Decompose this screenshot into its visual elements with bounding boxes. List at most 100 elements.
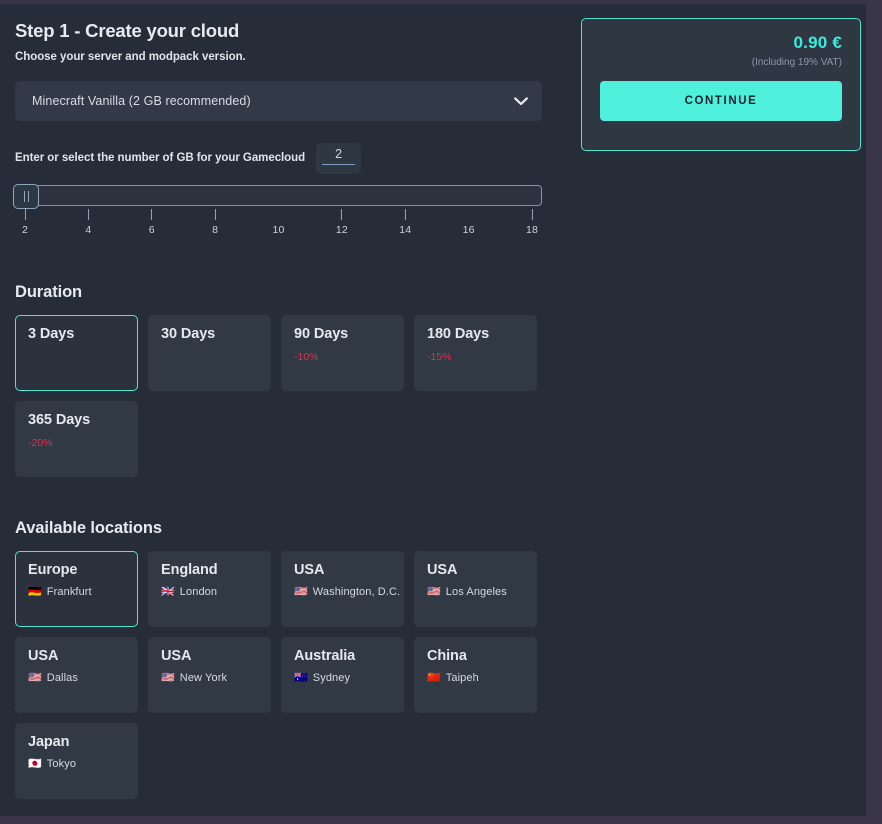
- location-option-card[interactable]: China🇨🇳Taipeh: [414, 637, 537, 713]
- duration-discount-badge: -15%: [427, 351, 536, 363]
- location-city-row: 🇺🇸 Washington, D.C.: [294, 586, 403, 598]
- location-option-card[interactable]: USA 🇺🇸 New York: [148, 637, 271, 713]
- flag-china-icon: 🇨🇳: [427, 673, 441, 684]
- memory-slider-track[interactable]: [15, 185, 542, 206]
- location-country-label: USA: [161, 649, 270, 665]
- slider-tick: 18: [526, 209, 538, 236]
- order-summary-panel: 0.90 € (Including 19% VAT) CONTINUE: [581, 18, 861, 151]
- location-option-card[interactable]: Japan 🇯🇵 Tokyo: [15, 723, 138, 799]
- slider-tick: 6: [149, 209, 155, 236]
- location-option-card[interactable]: Australia 🇦🇺Sydney: [281, 637, 404, 713]
- slider-tick-label: 16: [463, 224, 475, 236]
- location-country-label: Japan: [28, 735, 137, 751]
- continue-button[interactable]: CONTINUE: [600, 81, 842, 121]
- locations-heading: Available locations: [15, 519, 542, 538]
- slider-tick-label: 8: [212, 224, 218, 236]
- duration-option-label: 180 Days: [427, 327, 536, 343]
- location-option-card[interactable]: USA 🇺🇸 Washington, D.C.: [281, 551, 404, 627]
- duration-option-card[interactable]: 3 Days: [15, 315, 138, 391]
- location-option-card[interactable]: England 🇬🇧 London: [148, 551, 271, 627]
- memory-input-box: [316, 143, 361, 174]
- duration-option-card[interactable]: 90 Days-10%: [281, 315, 404, 391]
- slider-tick-label: 4: [85, 224, 91, 236]
- location-city-row: 🇦🇺Sydney: [294, 672, 403, 684]
- duration-option-card[interactable]: 180 Days -15%: [414, 315, 537, 391]
- flag-usa-icon: 🇺🇸: [294, 587, 308, 598]
- slider-tick-mark: [151, 209, 152, 220]
- location-options: Europe🇩🇪Frankfurt England 🇬🇧 London USA 🇺🇸 Was…: [15, 551, 542, 799]
- locations-section: Available locations Europe🇩🇪FrankfurtEng…: [15, 519, 542, 799]
- location-city-label: London: [180, 586, 217, 598]
- location-city-label: Sydney: [313, 672, 350, 684]
- slider-tick-label: 6: [149, 224, 155, 236]
- memory-slider[interactable]: 2 4 6 8 10 12 14 16 18: [15, 185, 542, 243]
- slider-tick-mark: [341, 209, 342, 220]
- memory-slider-thumb[interactable]: [13, 184, 39, 209]
- location-city-row: 🇺🇸Los Angeles: [427, 586, 536, 598]
- duration-heading: Duration: [15, 283, 542, 302]
- location-city-row: 🇨🇳 Taipeh: [427, 672, 536, 684]
- duration-options: 3 Days 30 Days 90 Days-10% 180 Days -15% 365 …: [15, 315, 542, 477]
- slider-tick: 4: [85, 209, 91, 236]
- duration-option-card[interactable]: 30 Days: [148, 315, 271, 391]
- duration-option-card[interactable]: 365 Days -20%: [15, 401, 138, 477]
- slider-tick-label: 12: [336, 224, 348, 236]
- grip-line-icon: [28, 191, 29, 202]
- flag-japan-icon: 🇯🇵: [28, 759, 42, 770]
- location-option-card[interactable]: USA 🇺🇸Los Angeles: [414, 551, 537, 627]
- location-country-label: Australia: [294, 649, 403, 665]
- location-city-row: 🇬🇧 London: [161, 586, 270, 598]
- slider-tick-mark: [405, 209, 406, 220]
- page-layout: Step 1 - Create your cloud Choose your s…: [0, 4, 866, 816]
- location-city-label: Frankfurt: [47, 586, 92, 598]
- flag-usa-icon: 🇺🇸: [161, 673, 175, 684]
- flag-usa-icon: 🇺🇸: [427, 587, 441, 598]
- slider-tick-mark: [24, 209, 25, 220]
- slider-tick-mark: [532, 209, 533, 220]
- location-country-label: USA: [427, 563, 536, 579]
- slider-tick-mark: [88, 209, 89, 220]
- location-city-label: Taipeh: [446, 672, 479, 684]
- slider-tick-label: 10: [272, 224, 284, 236]
- flag-uk-icon: 🇬🇧: [161, 587, 175, 598]
- page-subtitle: Choose your server and modpack version.: [15, 51, 542, 63]
- location-city-row: 🇯🇵 Tokyo: [28, 758, 137, 770]
- duration-option-label: 30 Days: [161, 327, 270, 343]
- grip-line-icon: [24, 191, 25, 202]
- location-city-label: New York: [180, 672, 227, 684]
- duration-option-label: 90 Days: [294, 327, 403, 343]
- slider-tick: 14: [399, 209, 411, 236]
- app-page: Step 1 - Create your cloud Choose your s…: [0, 4, 866, 816]
- memory-label: Enter or select the number of GB for you…: [15, 152, 305, 164]
- slider-tick: 10: [272, 209, 284, 236]
- slider-tick-mark: [278, 209, 279, 220]
- memory-gb-input[interactable]: [322, 147, 355, 165]
- duration-discount-badge: -20%: [28, 437, 137, 449]
- total-price: 0.90 €: [600, 33, 842, 53]
- duration-option-label: 3 Days: [28, 327, 137, 343]
- duration-section: Duration 3 Days30 Days90 Days-10%180 Day…: [15, 283, 542, 477]
- location-option-card[interactable]: Europe🇩🇪Frankfurt: [15, 551, 138, 627]
- slider-tick-label: 18: [526, 224, 538, 236]
- slider-tick-mark: [215, 209, 216, 220]
- location-city-label: Dallas: [47, 672, 78, 684]
- location-country-label: USA: [294, 563, 403, 579]
- location-country-label: Europe: [28, 563, 137, 579]
- location-city-label: Tokyo: [47, 758, 76, 770]
- location-city-row: 🇺🇸 New York: [161, 672, 270, 684]
- slider-tick-label: 2: [22, 224, 28, 236]
- location-option-card[interactable]: USA 🇺🇸 Dallas: [15, 637, 138, 713]
- flag-usa-icon: 🇺🇸: [28, 673, 42, 684]
- location-country-label: USA: [28, 649, 137, 665]
- slider-tick: 16: [463, 209, 475, 236]
- vat-note: (Including 19% VAT): [600, 57, 842, 68]
- slider-tick-mark: [468, 209, 469, 220]
- slider-tick-label: 14: [399, 224, 411, 236]
- location-city-label: Washington, D.C.: [313, 586, 400, 598]
- chevron-down-icon: [514, 94, 528, 108]
- location-city-row: 🇺🇸 Dallas: [28, 672, 137, 684]
- location-country-label: England: [161, 563, 270, 579]
- duration-option-label: 365 Days: [28, 413, 137, 429]
- slider-tick: 12: [336, 209, 348, 236]
- server-version-select[interactable]: Minecraft Vanilla (2 GB recommended): [15, 81, 542, 121]
